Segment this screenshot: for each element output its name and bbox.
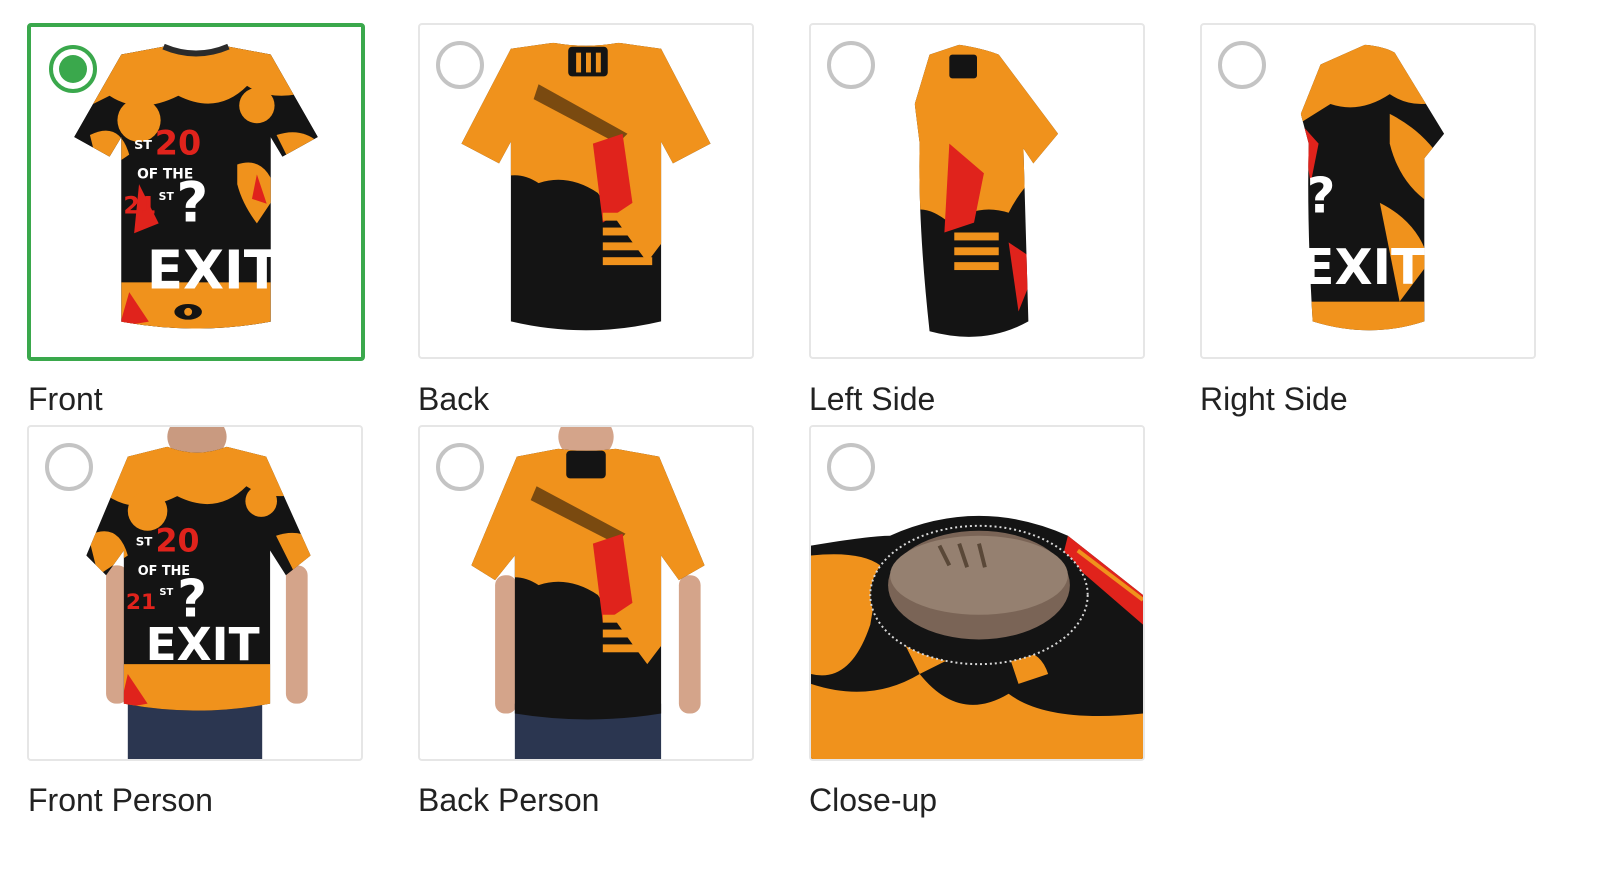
view-option-close-up[interactable] bbox=[809, 425, 1145, 761]
view-label-back: Back bbox=[418, 381, 490, 417]
view-option-back-person[interactable] bbox=[418, 425, 754, 761]
print-21-text: 21 bbox=[126, 590, 156, 615]
radio-button[interactable] bbox=[1218, 41, 1266, 89]
radio-button[interactable] bbox=[45, 443, 93, 491]
print-21-text: 21 bbox=[123, 192, 156, 220]
print-number-text: 20 bbox=[155, 524, 199, 560]
view-label-back-person: Back Person bbox=[418, 782, 600, 818]
print-question-mark: ? bbox=[1307, 167, 1336, 225]
print-question-mark: ? bbox=[176, 170, 208, 234]
view-label-right-side: Right Side bbox=[1200, 381, 1348, 417]
view-option-front[interactable]: ST 20 OF THE 21 ST ? EXIT bbox=[27, 23, 365, 361]
radio-button[interactable] bbox=[827, 41, 875, 89]
radio-dot bbox=[59, 55, 87, 83]
print-st2-text: ST bbox=[159, 587, 173, 598]
print-exit-word: EXIT bbox=[1301, 238, 1425, 296]
radio-button[interactable] bbox=[436, 443, 484, 491]
view-label-close-up: Close-up bbox=[809, 782, 938, 818]
view-label-front-person: Front Person bbox=[28, 782, 213, 818]
view-option-left-side[interactable] bbox=[809, 23, 1145, 359]
radio-button[interactable] bbox=[436, 41, 484, 89]
view-option-right-side[interactable]: ? EXIT bbox=[1200, 23, 1536, 359]
print-st2-text: ST bbox=[159, 190, 175, 203]
print-number-text: 20 bbox=[155, 124, 201, 163]
print-st-text: ST bbox=[136, 535, 154, 549]
print-exit-word: EXIT bbox=[146, 618, 260, 671]
view-option-back[interactable] bbox=[418, 23, 754, 359]
view-label-front: Front bbox=[28, 381, 103, 417]
radio-button[interactable] bbox=[827, 443, 875, 491]
print-st-text: ST bbox=[134, 138, 152, 153]
print-exit-word: EXIT bbox=[147, 239, 280, 301]
radio-button-selected[interactable] bbox=[49, 45, 97, 93]
view-label-left-side: Left Side bbox=[809, 381, 936, 417]
view-option-front-person[interactable]: ST 20 OF THE 21 ST ? EXIT bbox=[27, 425, 363, 761]
